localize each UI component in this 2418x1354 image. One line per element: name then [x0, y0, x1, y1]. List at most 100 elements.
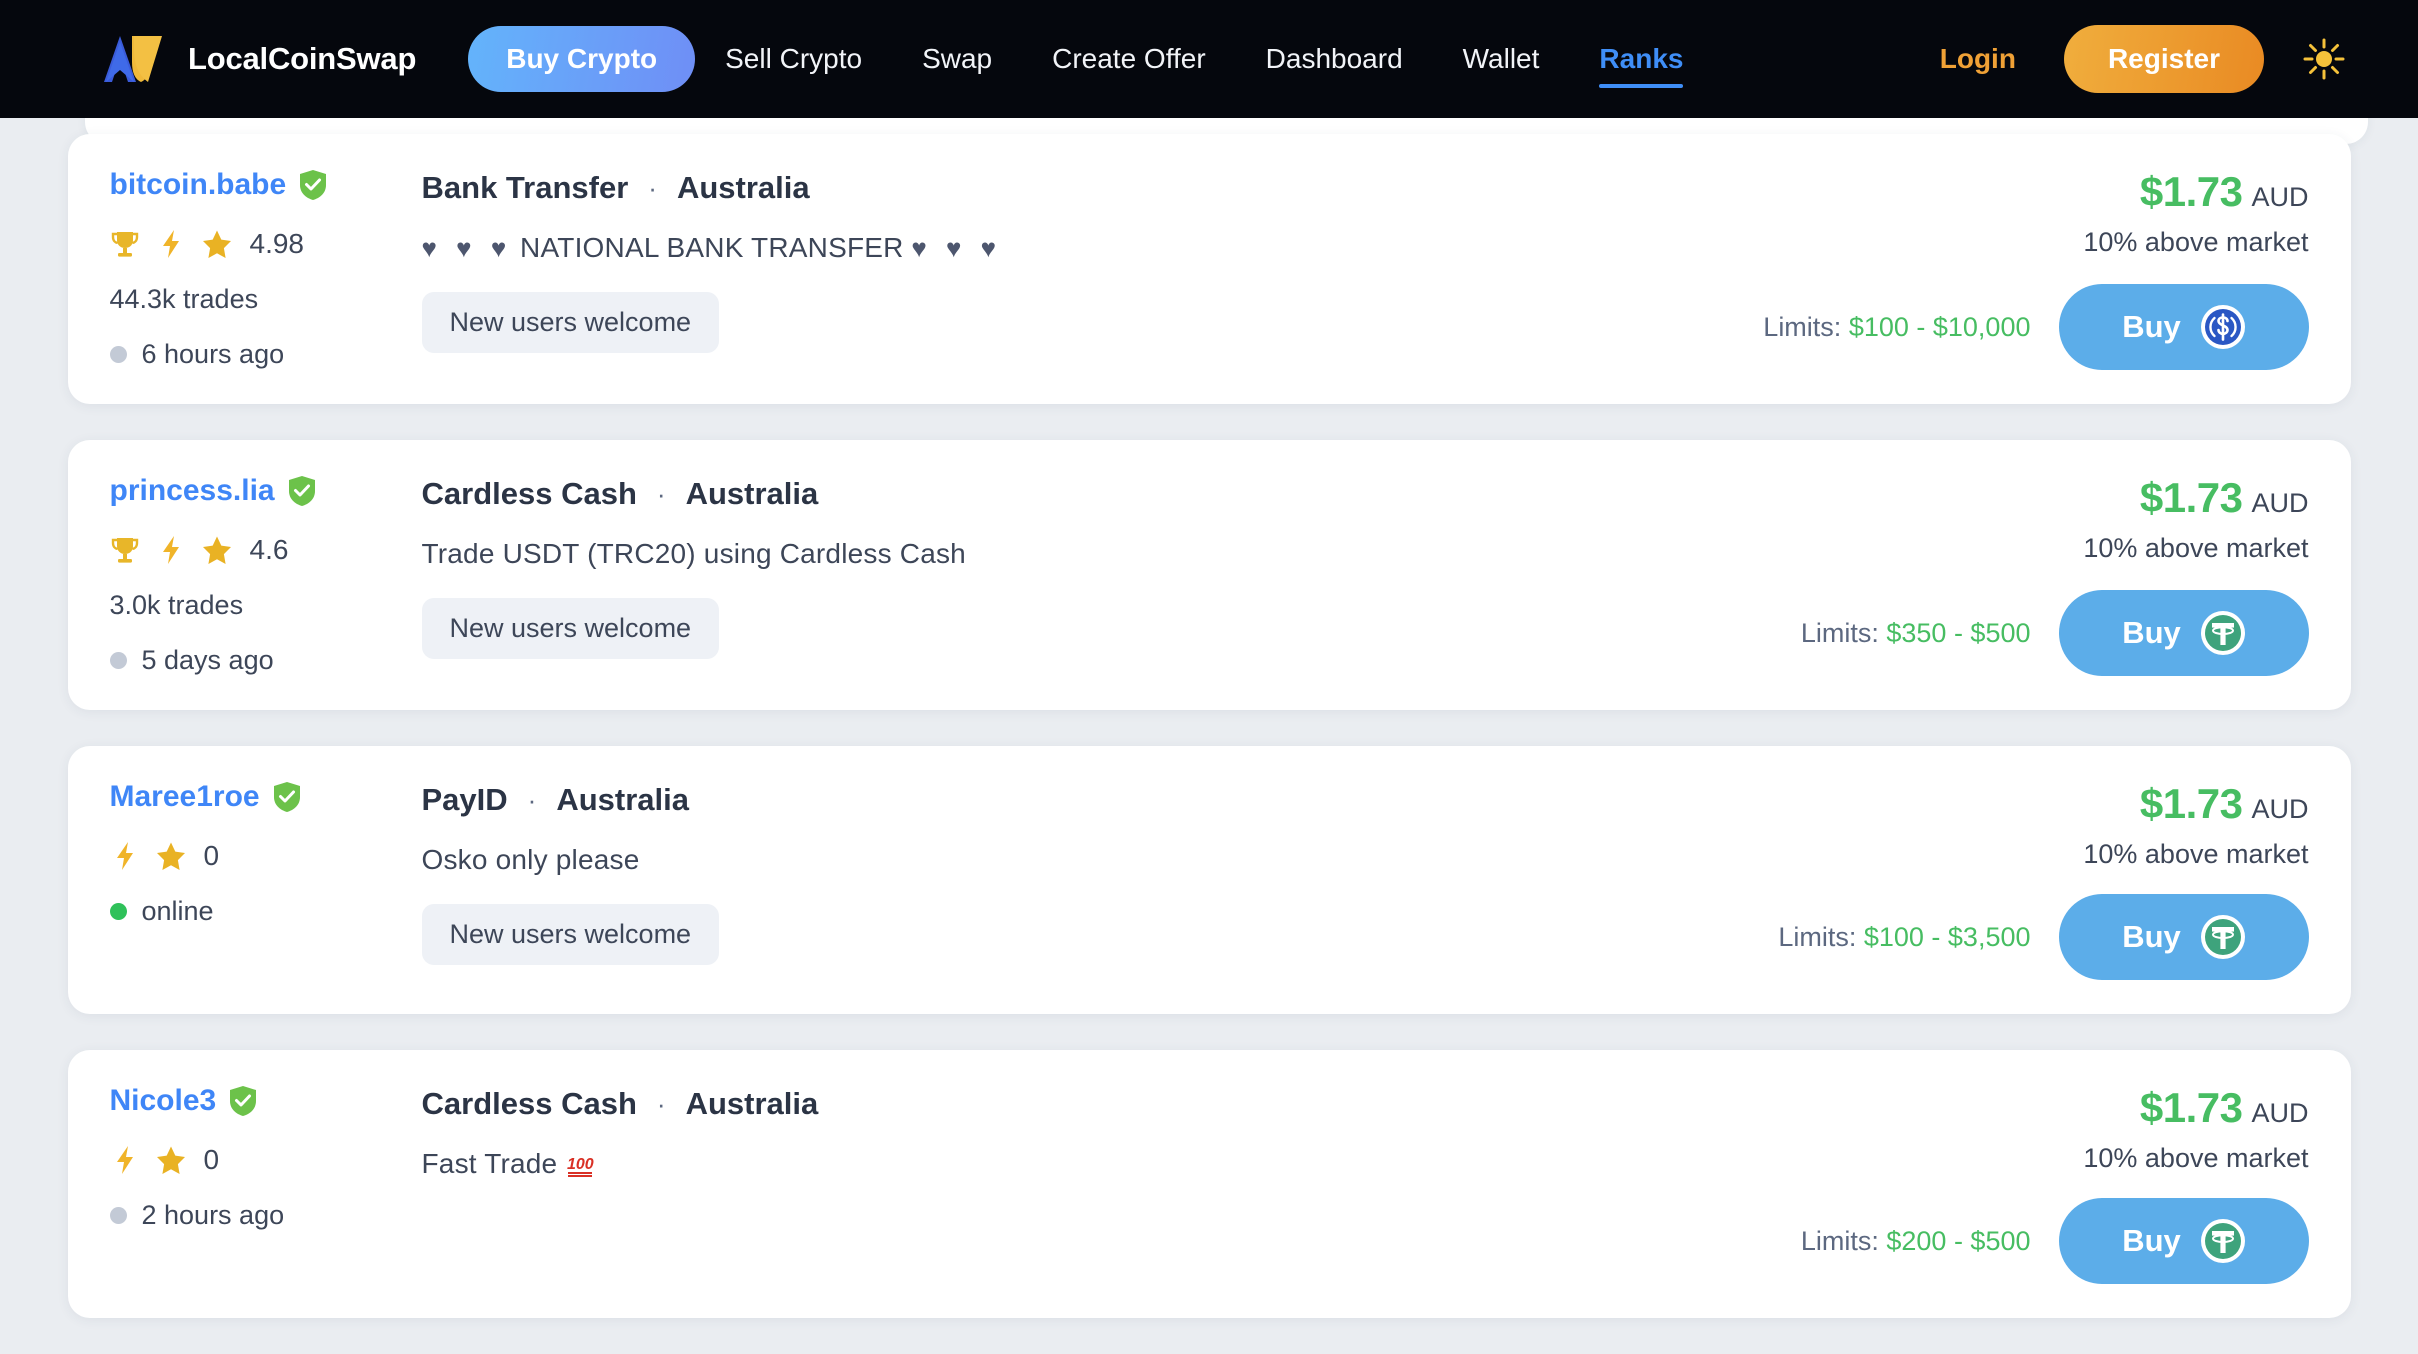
- offer-currency: AUD: [2251, 1098, 2309, 1128]
- offer-price: $1.73: [2139, 474, 2243, 521]
- trader-info: princess.lia 4.6 3.0k trades 5 days ago: [102, 474, 414, 676]
- limits-label: Limits:: [1763, 311, 1842, 342]
- register-button[interactable]: Register: [2063, 25, 2264, 93]
- trader-info: Maree1roe 0 online: [102, 780, 414, 980]
- buy-button-label: Buy: [2122, 615, 2181, 650]
- trades-count: 3.0k trades: [109, 590, 244, 620]
- sun-icon[interactable]: [2302, 37, 2346, 81]
- offer-price: $1.73: [2139, 1084, 2243, 1131]
- nav-item-wallet[interactable]: Wallet: [1433, 43, 1570, 75]
- offer-currency: AUD: [2251, 794, 2309, 824]
- offer-details: Bank Transfer · Australia ♥ ♥ ♥ NATIONAL BA…: [414, 168, 1669, 370]
- offer-list: g bitcoin.babe4.9844.3k trades6 hours ag…: [0, 2, 2418, 1354]
- trader-rating: 4.98: [249, 228, 305, 259]
- heart-icons-suffix: ♥ ♥ ♥: [911, 232, 1003, 263]
- buy-button[interactable]: Buy: [2058, 284, 2309, 370]
- offer-card[interactable]: bitcoin.babe 4.98 44.3k trades 6 hours ago B…: [67, 134, 2351, 404]
- offer-card[interactable]: Maree1roe 0 online PayID · Australia Osko only…: [67, 746, 2351, 1014]
- trader-username-link[interactable]: princess.lia: [110, 474, 275, 508]
- trader-status: online: [109, 896, 414, 927]
- star-icon: [202, 230, 231, 258]
- method-country-separator: ·: [648, 172, 657, 203]
- offer-card[interactable]: Nicole3 0 2 hours ago Cardless Cash · Austral…: [67, 1050, 2351, 1318]
- method-country-separator: ·: [656, 1088, 666, 1119]
- buy-button-label: Buy: [2122, 919, 2181, 954]
- payment-method: Cardless Cash: [421, 476, 637, 511]
- usdt-coin-icon: [2200, 611, 2245, 655]
- offer-country: Australia: [676, 170, 810, 205]
- offer-pricing: $1.73 AUD 10% above market Limits: $100 - $…: [1669, 780, 2309, 980]
- nav-item-create-offer[interactable]: Create Offer: [1022, 43, 1236, 75]
- brand-home-link[interactable]: LocalCoinSwap: [100, 32, 416, 86]
- buy-button-label: Buy: [2122, 1223, 2181, 1258]
- payment-method: PayID: [421, 782, 508, 817]
- buy-button[interactable]: Buy: [2058, 894, 2309, 980]
- trader-badges: 4.6: [110, 534, 414, 566]
- offer-details: Cardless Cash · Australia Fast Trade 100: [414, 1084, 1669, 1284]
- offer-terms-text: Trade USDT (TRC20) using Cardless Cash: [421, 538, 966, 569]
- nav-item-dashboard[interactable]: Dashboard: [1236, 43, 1433, 75]
- star-icon: [202, 536, 231, 564]
- limits-value: $100 - $10,000: [1848, 311, 2031, 342]
- shield-check-icon: [230, 1086, 257, 1116]
- hundred-emoji: 100: [567, 1156, 594, 1177]
- new-users-welcome-badge: New users welcome: [421, 292, 720, 353]
- trader-username-link[interactable]: bitcoin.babe: [110, 168, 287, 202]
- status-dot-icon: [109, 652, 127, 669]
- lightning-icon: [162, 536, 179, 564]
- trader-last-seen: 5 days ago: [141, 645, 274, 675]
- method-country-separator: ·: [656, 478, 666, 509]
- offer-limits: Limits: $350 - $500: [1801, 618, 2031, 649]
- trader-last-seen: online: [141, 896, 214, 926]
- trades-count: 44.3k trades: [109, 284, 259, 314]
- trader-last-seen: 2 hours ago: [141, 1200, 285, 1230]
- shield-check-icon: [273, 782, 300, 812]
- offer-price: $1.73: [2139, 780, 2243, 827]
- buy-button-label: Buy: [2122, 309, 2181, 344]
- buy-button[interactable]: Buy: [2058, 1198, 2309, 1284]
- payment-method: Cardless Cash: [421, 1086, 637, 1121]
- nav-item-sell-crypto[interactable]: Sell Crypto: [695, 43, 892, 75]
- shield-check-icon: [300, 170, 327, 200]
- offer-pricing: $1.73 AUD 10% above market Limits: $200 - $…: [1669, 1084, 2309, 1284]
- offer-pricing: $1.73 AUD 10% above market Limits: $100 - $…: [1669, 168, 2309, 370]
- offer-card[interactable]: princess.lia 4.6 3.0k trades 5 days ago Card…: [67, 440, 2351, 710]
- buy-button[interactable]: Buy: [2058, 590, 2309, 676]
- offer-country: Australia: [685, 1086, 819, 1121]
- offer-terms-text: NATIONAL BANK TRANSFER: [520, 232, 904, 263]
- offer-limits: Limits: $100 - $3,500: [1778, 922, 2030, 953]
- nav-item-ranks[interactable]: Ranks: [1569, 43, 1713, 88]
- status-dot-icon: [109, 346, 127, 363]
- offer-country: Australia: [685, 476, 819, 511]
- new-users-welcome-badge: New users welcome: [421, 598, 720, 659]
- login-link[interactable]: Login: [1940, 43, 2016, 75]
- payment-method: Bank Transfer: [421, 170, 629, 205]
- market-comparison: 10% above market: [2083, 839, 2309, 869]
- offer-price: $1.73: [2139, 168, 2243, 215]
- lightning-icon: [116, 842, 133, 870]
- nav-item-buy-crypto[interactable]: Buy Crypto: [468, 26, 696, 92]
- new-users-welcome-badge: New users welcome: [421, 904, 720, 965]
- trader-badges: 0: [110, 1144, 414, 1176]
- trader-status: 5 days ago: [109, 645, 414, 676]
- trader-username-link[interactable]: Maree1roe: [110, 780, 260, 814]
- trader-info: bitcoin.babe 4.98 44.3k trades 6 hours ago: [102, 168, 414, 370]
- offer-terms-text: Fast Trade: [421, 1148, 558, 1179]
- trader-status: 2 hours ago: [109, 1200, 414, 1231]
- offer-limits: Limits: $200 - $500: [1801, 1226, 2031, 1257]
- usdt-coin-icon: [2200, 915, 2245, 959]
- heart-icons-prefix: ♥ ♥ ♥: [421, 232, 513, 263]
- trader-last-seen: 6 hours ago: [141, 339, 285, 369]
- market-comparison: 10% above market: [2083, 533, 2309, 563]
- status-dot-icon: [109, 903, 127, 920]
- method-country-separator: ·: [527, 784, 537, 815]
- market-comparison: 10% above market: [2083, 227, 2309, 257]
- nav-item-swap[interactable]: Swap: [892, 43, 1022, 75]
- offer-country: Australia: [556, 782, 690, 817]
- trader-username-link[interactable]: Nicole3: [110, 1084, 217, 1118]
- nav-links: Buy Crypto Sell Crypto Swap Create Offer…: [468, 26, 1713, 92]
- offer-details: PayID · Australia Osko only please New users…: [414, 780, 1669, 980]
- shield-check-icon: [288, 476, 315, 506]
- trader-rating: 4.6: [249, 534, 289, 565]
- trader-rating: 0: [203, 1144, 220, 1175]
